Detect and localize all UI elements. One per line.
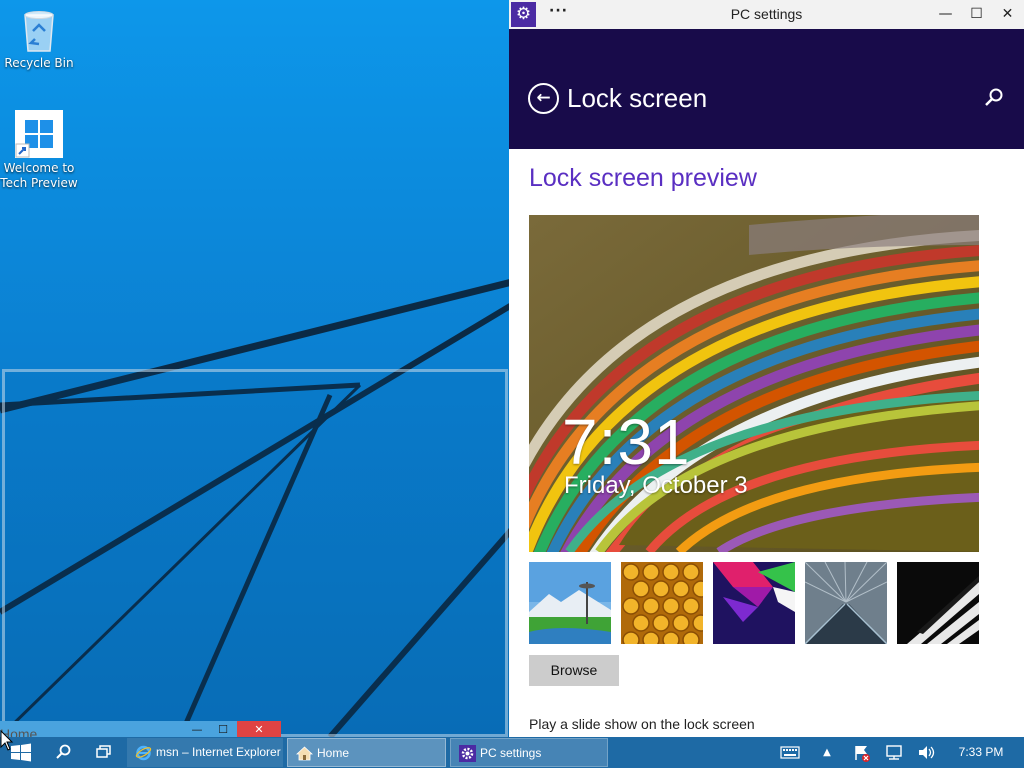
taskbar-item-internet-explorer[interactable]: msn – Internet Explorer [127, 738, 283, 767]
section-title: Lock screen preview [529, 164, 757, 192]
lock-time: 7:31 [562, 406, 691, 478]
welcome-label-line2: Tech Preview [0, 176, 78, 190]
minimize-button[interactable]: — [930, 0, 961, 29]
action-center-flag-icon[interactable] [852, 737, 872, 768]
thumbnail-piano-keys[interactable] [897, 562, 979, 644]
lock-date: Friday, October 3 [564, 472, 748, 499]
search-icon[interactable] [983, 87, 1005, 109]
recycle-bin-label: Recycle Bin [4, 56, 74, 70]
maximize-button[interactable]: ☐ [961, 0, 992, 29]
recycle-bin-icon [15, 5, 63, 53]
welcome-label-line1: Welcome to [3, 161, 75, 175]
task-label: PC settings [480, 746, 542, 760]
mouse-cursor-icon [0, 730, 14, 751]
home-maximize-button[interactable]: ☐ [211, 721, 235, 737]
thumbnail-space-needle[interactable] [529, 562, 611, 644]
keyboard-icon[interactable] [779, 737, 801, 768]
close-button[interactable]: ✕ [992, 0, 1023, 29]
network-icon[interactable] [884, 737, 904, 768]
lock-screen-preview: 7:31 Friday, October 3 [529, 215, 979, 552]
page-title: Lock screen [567, 83, 708, 113]
internet-explorer-icon [135, 745, 152, 761]
show-hidden-icons-chevron-up-icon[interactable]: ▲ [818, 737, 836, 768]
welcome-tech-preview-desktop-icon[interactable]: Welcome to Tech Preview [0, 110, 79, 191]
task-label: msn – Internet Explorer [156, 745, 281, 759]
desktop: Recycle Bin Welcome to Tech Preview Home… [0, 0, 1024, 737]
windows-logo-icon [15, 110, 63, 158]
browse-button[interactable]: Browse [529, 655, 619, 686]
back-button[interactable]: ← [528, 83, 559, 114]
taskbar-search-icon[interactable] [44, 737, 82, 768]
home-close-button[interactable]: ✕ [237, 721, 281, 737]
slideshow-label: Play a slide show on the lock screen [529, 716, 755, 732]
snap-preview-outline [2, 369, 508, 737]
window-titlebar[interactable]: ⚙ ··· PC settings — ☐ ✕ [509, 0, 1024, 29]
home-window-titlebar[interactable]: Home — ☐ ✕ [0, 721, 281, 737]
gear-icon [459, 745, 476, 762]
home-minimize-button[interactable]: — [185, 721, 209, 737]
thumbnail-train-tunnel[interactable] [805, 562, 887, 644]
home-icon [296, 746, 313, 761]
taskbar-item-pc-settings[interactable]: PC settings [450, 738, 608, 767]
taskbar: msn – Internet Explorer Home PC settings… [0, 737, 1024, 768]
thumbnail-abstract-shapes[interactable] [713, 562, 795, 644]
thumbnail-honeycomb[interactable] [621, 562, 703, 644]
preview-wallpaper [529, 215, 979, 552]
taskbar-clock[interactable]: 7:33 PM [950, 737, 1012, 768]
task-label: Home [317, 746, 350, 760]
back-arrow-icon: ← [536, 88, 551, 108]
pc-settings-window: ⚙ ··· PC settings — ☐ ✕ ← Lock screen Lo… [509, 0, 1024, 737]
settings-header: ← Lock screen [509, 29, 1024, 149]
recycle-bin-desktop-icon[interactable]: Recycle Bin [0, 5, 79, 71]
taskbar-item-home[interactable]: Home [287, 738, 446, 767]
task-view-icon[interactable] [84, 737, 122, 768]
volume-icon[interactable] [916, 737, 936, 768]
